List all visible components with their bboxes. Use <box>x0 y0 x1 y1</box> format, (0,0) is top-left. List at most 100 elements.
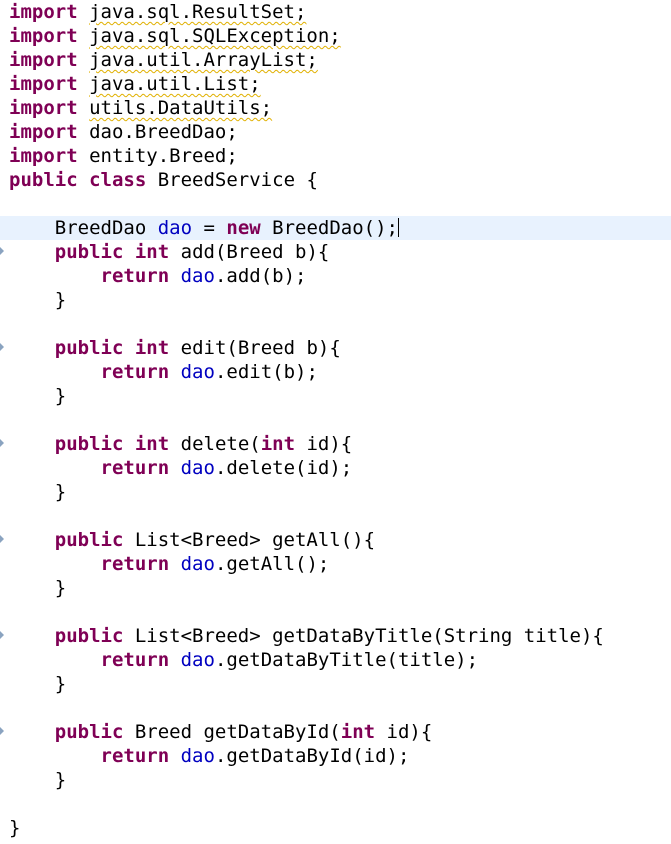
code-token: entity.Breed; <box>77 145 238 167</box>
code-line[interactable]: import java.sql.ResultSet; <box>0 0 671 24</box>
keyword-token: import <box>9 121 78 143</box>
code-line[interactable]: public List<Breed> getAll(){ <box>0 528 671 552</box>
code-token: delete( <box>169 433 261 455</box>
field-token: dao <box>157 217 193 239</box>
code-token: } <box>9 385 67 407</box>
keyword-token: int <box>134 337 170 359</box>
code-line[interactable] <box>0 504 671 528</box>
code-token: } <box>9 577 67 599</box>
code-token: add(Breed b){ <box>169 241 330 263</box>
code-line[interactable] <box>0 792 671 816</box>
code-line[interactable]: import dao.BreedDao; <box>0 120 671 144</box>
code-line[interactable]: } <box>0 672 671 696</box>
code-token: BreedDao <box>9 217 158 239</box>
code-line[interactable]: return dao.getAll(); <box>0 552 671 576</box>
field-token: dao <box>180 745 215 767</box>
code-line[interactable] <box>0 408 671 432</box>
code-line[interactable]: } <box>0 288 671 312</box>
code-line[interactable]: public int add(Breed b){ <box>0 240 671 264</box>
code-line[interactable]: return dao.edit(b); <box>0 360 671 384</box>
code-token: } <box>9 769 67 791</box>
keyword-token: import <box>9 49 78 71</box>
code-token: } <box>9 289 67 311</box>
fold-toggle-icon[interactable] <box>0 343 4 351</box>
text-caret <box>397 218 399 237</box>
code-line[interactable]: public List<Breed> getDataByTitle(String… <box>0 624 671 648</box>
code-token: Breed getDataById( <box>123 721 341 743</box>
code-token: } <box>9 481 67 503</box>
keyword-token: return <box>100 361 170 383</box>
keyword-token: return <box>100 649 170 671</box>
code-line[interactable]: } <box>0 768 671 792</box>
code-line[interactable]: import utils.DataUtils; <box>0 96 671 120</box>
keyword-token: public <box>54 433 124 455</box>
code-token: .edit(b); <box>214 361 318 383</box>
code-lines: import java.sql.ResultSet; import java.sq… <box>0 0 671 840</box>
code-token: java.util.List; <box>89 73 261 95</box>
keyword-token: return <box>100 265 170 287</box>
code-line[interactable] <box>0 312 671 336</box>
code-line[interactable]: import java.sql.SQLException; <box>0 24 671 48</box>
code-line[interactable]: import java.util.ArrayList; <box>0 48 671 72</box>
code-line[interactable]: return dao.delete(id); <box>0 456 671 480</box>
code-token: } <box>9 673 67 695</box>
keyword-token: return <box>100 553 170 575</box>
keyword-token: import <box>9 73 78 95</box>
code-token: } <box>9 817 21 839</box>
keyword-token: import <box>9 145 78 167</box>
code-line[interactable]: } <box>0 576 671 600</box>
fold-toggle-icon[interactable] <box>0 727 4 735</box>
keyword-token: import <box>9 97 78 119</box>
code-line[interactable]: public Breed getDataById(int id){ <box>0 720 671 744</box>
fold-toggle-icon[interactable] <box>0 247 4 255</box>
code-line[interactable]: return dao.getDataByTitle(title); <box>0 648 671 672</box>
keyword-token: int <box>340 721 376 743</box>
code-line[interactable]: import java.util.List; <box>0 72 671 96</box>
code-line[interactable]: } <box>0 384 671 408</box>
code-line[interactable]: public class BreedService { <box>0 168 671 192</box>
keyword-token: class <box>89 169 147 191</box>
keyword-token: public <box>54 529 124 551</box>
code-token: id){ <box>295 433 353 455</box>
keyword-token: int <box>134 433 170 455</box>
code-line[interactable]: BreedDao dao = new BreedDao(); <box>0 216 671 240</box>
code-line[interactable] <box>0 192 671 216</box>
fold-toggle-icon[interactable] <box>0 439 4 447</box>
fold-toggle-icon[interactable] <box>0 631 4 639</box>
field-token: dao <box>180 265 215 287</box>
keyword-token: int <box>260 433 296 455</box>
code-line[interactable]: } <box>0 480 671 504</box>
code-token: edit(Breed b){ <box>169 337 341 359</box>
code-line[interactable] <box>0 600 671 624</box>
code-line[interactable]: } <box>0 816 671 840</box>
code-line[interactable] <box>0 696 671 720</box>
code-line[interactable]: import entity.Breed; <box>0 144 671 168</box>
code-line[interactable]: return dao.getDataById(id); <box>0 744 671 768</box>
code-token: .getDataById(id); <box>214 745 410 767</box>
code-line[interactable]: public int delete(int id){ <box>0 432 671 456</box>
code-editor[interactable]: import java.sql.ResultSet; import java.sq… <box>0 0 671 844</box>
code-token: .getAll(); <box>214 553 330 575</box>
field-token: dao <box>180 649 215 671</box>
fold-toggle-icon[interactable] <box>0 535 4 543</box>
code-line[interactable]: return dao.add(b); <box>0 264 671 288</box>
keyword-token: public <box>54 337 124 359</box>
code-token: .add(b); <box>214 265 307 287</box>
keyword-token: public <box>54 625 124 647</box>
keyword-token: return <box>100 457 170 479</box>
code-line[interactable]: public int edit(Breed b){ <box>0 336 671 360</box>
